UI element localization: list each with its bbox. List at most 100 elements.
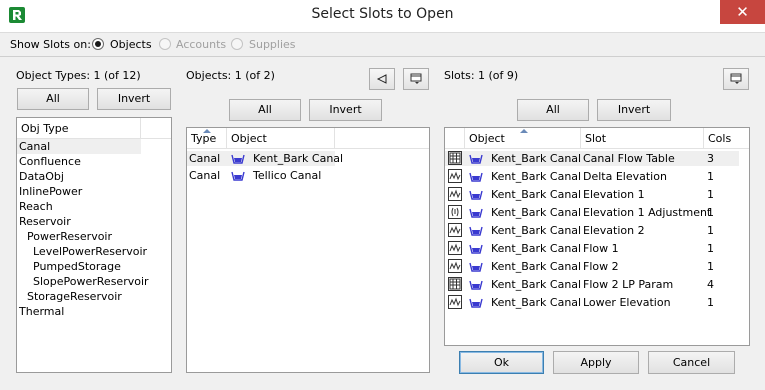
obj-type-column-header[interactable]: Obj Type [17,118,141,138]
object-types-invert-button[interactable]: Invert [97,88,171,110]
slot-cols-cell: 3 [707,152,714,165]
object-type-item[interactable]: Reach [17,199,171,214]
object-type-item[interactable]: SlopePowerReservoir [17,274,171,289]
supplies-radio-label: Supplies [249,38,296,51]
slot-row[interactable]: Kent_Bark Canal Flow 2 1 [445,259,739,274]
object-name-cell: Tellico Canal [253,169,322,182]
slots-list[interactable]: Object Slot Cols Kent_Bark Canal Canal Fl… [444,127,750,346]
canal-icon [469,225,483,236]
collapse-left-button[interactable] [369,68,395,90]
slot-object-cell: Kent_Bark Canal [491,188,582,201]
slot-cols-cell: 1 [707,242,714,255]
slot-object-cell: Kent_Bark Canal [491,260,582,273]
sort-ascending-icon [520,129,528,133]
slot-row[interactable]: Kent_Bark Canal Lower Elevation 1 [445,295,739,310]
canal-icon [469,279,483,290]
object-name-cell: Kent_Bark Canal [253,152,344,165]
object-types-list[interactable]: Obj Type Canal Confluence DataObj InlinePow… [16,117,172,373]
slots-invert-button[interactable]: Invert [597,99,671,121]
close-button[interactable]: ✕ [720,0,765,24]
slot-row[interactable]: Kent_Bark Canal Elevation 1 Adjustment 1 [445,205,739,220]
slot-name-cell: Elevation 1 [583,188,645,201]
series-slot-icon [448,295,462,309]
objects-radio-label[interactable]: Objects [110,38,152,51]
accounts-radio [159,38,171,50]
slot-cols-cell: 1 [707,188,714,201]
objects-radio[interactable] [92,38,104,50]
objects-all-button[interactable]: All [229,99,301,121]
canal-icon [469,207,483,218]
sort-ascending-icon [203,129,211,133]
object-row[interactable]: Canal Kent_Bark Canal [187,151,343,166]
slot-cols-cell: 1 [707,260,714,273]
slot-cols-cell: 1 [707,224,714,237]
supplies-radio [231,38,243,50]
accounts-radio-label: Accounts [176,38,227,51]
object-type-cell: Canal [189,152,221,165]
object-type-item[interactable]: Confluence [17,154,171,169]
slot-object-cell: Kent_Bark Canal [491,170,582,183]
slots-all-button[interactable]: All [517,99,589,121]
object-type-cell: Canal [189,169,221,182]
slot-cols-cell: 4 [707,278,714,291]
slot-name-cell: Elevation 1 Adjustment [583,206,712,219]
object-type-item[interactable]: DataObj [17,169,171,184]
slot-name-cell: Flow 2 LP Param [583,278,674,291]
ok-button[interactable]: Ok [459,351,544,374]
objects-count: Objects: 1 (of 2) [186,69,275,82]
slot-name-cell: Flow 2 [583,260,619,273]
show-slots-label: Show Slots on: [10,38,91,51]
slot-row[interactable]: Kent_Bark Canal Canal Flow Table 3 [445,151,739,166]
object-type-item[interactable]: PowerReservoir [17,229,171,244]
canal-icon [231,170,245,181]
dropdown-menu-icon [410,73,422,84]
cols-column-header[interactable]: Cols [704,128,749,148]
close-icon: ✕ [736,3,749,21]
icon-column-header[interactable] [445,128,465,148]
object-type-item[interactable]: InlinePower [17,184,171,199]
slot-column-header[interactable]: Slot [581,128,704,148]
adjust-slot-icon [448,205,462,219]
object-type-item[interactable]: LevelPowerReservoir [17,244,171,259]
objects-list[interactable]: Type Object Canal Kent_Bark Canal Canal Tel… [186,127,430,373]
slot-name-cell: Flow 1 [583,242,619,255]
cancel-button[interactable]: Cancel [648,351,735,374]
canal-icon [469,153,483,164]
object-type-item[interactable]: PumpedStorage [17,259,171,274]
object-type-item[interactable]: StorageReservoir [17,289,171,304]
slot-cols-cell: 1 [707,206,714,219]
object-types-all-button[interactable]: All [17,88,89,110]
slot-object-cell: Kent_Bark Canal [491,242,582,255]
slot-row[interactable]: Kent_Bark Canal Flow 2 LP Param 4 [445,277,739,292]
slots-count: Slots: 1 (of 9) [444,69,519,82]
object-type-item[interactable]: Canal [17,139,141,154]
slot-row[interactable]: Kent_Bark Canal Flow 1 1 [445,241,739,256]
apply-button[interactable]: Apply [553,351,639,374]
slot-cols-cell: 1 [707,170,714,183]
slot-object-cell: Kent_Bark Canal [491,152,582,165]
slot-row[interactable]: Kent_Bark Canal Elevation 2 1 [445,223,739,238]
slot-name-cell: Delta Elevation [583,170,667,183]
slots-options-button[interactable] [723,68,749,90]
canal-icon [469,243,483,254]
slot-row[interactable]: Kent_Bark Canal Delta Elevation 1 [445,169,739,184]
canal-icon [231,153,245,164]
slot-name-cell: Elevation 2 [583,224,645,237]
slot-row[interactable]: Kent_Bark Canal Elevation 1 1 [445,187,739,202]
slot-object-cell: Kent_Bark Canal [491,206,582,219]
series-slot-icon [448,223,462,237]
canal-icon [469,171,483,182]
objects-invert-button[interactable]: Invert [309,99,382,121]
object-column-header[interactable]: Object [227,128,335,148]
object-type-item[interactable]: Thermal [17,304,171,319]
series-slot-icon [448,169,462,183]
objects-options-button[interactable] [403,68,429,90]
slot-object-cell: Kent_Bark Canal [491,296,582,309]
dropdown-menu-icon [730,73,742,84]
slot-object-cell: Kent_Bark Canal [491,224,582,237]
object-row[interactable]: Canal Tellico Canal [187,168,335,183]
series-slot-icon [448,259,462,273]
table-slot-icon [448,151,462,165]
canal-icon [469,297,483,308]
object-type-item[interactable]: Reservoir [17,214,171,229]
